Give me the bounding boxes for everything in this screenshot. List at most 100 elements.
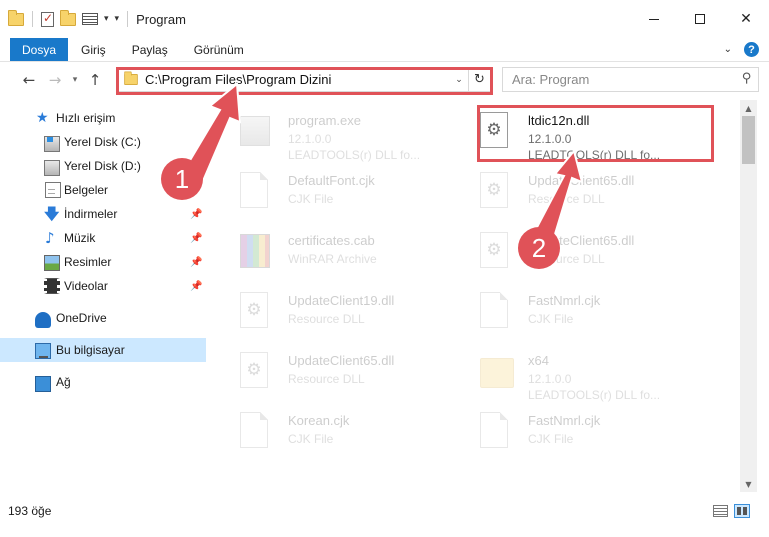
- file-tile[interactable]: ⚙ UpdateClient65.dll Resource DLL: [458, 164, 708, 222]
- customize-toolbar-icon[interactable]: ▾: [115, 14, 120, 24]
- file-tile[interactable]: Korean.cjk CJK File: [218, 404, 468, 462]
- status-bar: 193 öğe: [0, 498, 769, 522]
- properties-icon[interactable]: [41, 11, 54, 27]
- new-folder-icon[interactable]: [60, 9, 76, 26]
- file-tile[interactable]: FastNmrl.cjk CJK File: [458, 284, 708, 342]
- tab-view[interactable]: Görünüm: [181, 38, 257, 61]
- file-detail: CJK File: [288, 192, 334, 206]
- sidebar-item-label: Resimler: [64, 255, 112, 269]
- sidebar-item-onedrive[interactable]: OneDrive: [0, 306, 206, 330]
- tab-home[interactable]: Giriş: [68, 38, 119, 61]
- scroll-up-icon[interactable]: ▲: [740, 100, 757, 116]
- window-controls: ✕: [631, 0, 769, 38]
- ribbon-right: ⌄ ?: [724, 42, 759, 57]
- file-detail: LEADTOOLS(r) DLL fo...: [528, 388, 661, 402]
- search-input[interactable]: Ara: Program: [512, 72, 589, 87]
- minimize-button[interactable]: [631, 0, 677, 38]
- file-name: UpdateClient65.dll: [288, 353, 395, 368]
- item-count: 193 öğe: [8, 504, 52, 518]
- dll-gear-icon: ⚙: [240, 292, 268, 328]
- file-detail: Resource DLL: [288, 372, 365, 386]
- blank-file-icon: [480, 412, 508, 448]
- sidebar-item-music[interactable]: ♪ Müzik 📌: [0, 226, 206, 250]
- file-detail: WinRAR Archive: [288, 252, 377, 266]
- help-icon[interactable]: ?: [744, 42, 759, 57]
- quick-access-toolbar: ▾ ▾: [0, 9, 130, 27]
- computer-icon: [35, 342, 51, 359]
- maximize-button[interactable]: [677, 0, 723, 38]
- tab-file[interactable]: Dosya: [10, 38, 69, 61]
- sidebar-item-label: Hızlı erişim: [56, 111, 116, 125]
- sidebar-item-label: İndirmeler: [64, 207, 118, 221]
- details-view-icon[interactable]: [713, 505, 728, 517]
- file-name: certificates.cab: [288, 233, 375, 248]
- search-box[interactable]: Ara: Program ⚲: [502, 67, 759, 92]
- chevron-down-icon: ▾: [72, 75, 78, 85]
- back-button[interactable]: ←: [16, 67, 42, 93]
- file-name: DefaultFont.cjk: [288, 173, 375, 188]
- close-button[interactable]: ✕: [723, 0, 769, 38]
- ribbon-tabs: Dosya Giriş Paylaş Görünüm ⌄ ?: [0, 38, 769, 62]
- blank-file-icon: [480, 292, 508, 328]
- file-detail: CJK File: [528, 312, 574, 326]
- sidebar-item-videos[interactable]: Videolar 📌: [0, 274, 206, 298]
- chevron-down-icon[interactable]: ▾: [104, 14, 109, 24]
- view-icon[interactable]: [82, 13, 98, 25]
- scroll-down-icon[interactable]: ▼: [740, 476, 757, 492]
- file-tile[interactable]: FastNmrl.cjk CJK File: [458, 404, 708, 462]
- file-tile[interactable]: ⚙ UpdateClient19.dll Resource DLL: [218, 284, 468, 342]
- network-icon: [35, 375, 51, 392]
- file-name: program.exe: [288, 113, 361, 128]
- sidebar-item-label: Yerel Disk (D:): [64, 159, 141, 173]
- file-name: FastNmrl.cjk: [528, 413, 601, 428]
- sidebar-item-pictures[interactable]: Resimler 📌: [0, 250, 206, 274]
- sidebar-item-quick-access[interactable]: ★ Hızlı erişim: [0, 106, 206, 130]
- tiles-view-icon[interactable]: [734, 504, 750, 518]
- file-tile[interactable]: x64 12.1.0.0 LEADTOOLS(r) DLL fo...: [458, 344, 708, 402]
- tab-share[interactable]: Paylaş: [119, 38, 181, 61]
- file-detail: Resource DLL: [528, 192, 605, 206]
- pictures-icon: [44, 255, 60, 271]
- music-icon: ♪: [45, 229, 55, 247]
- file-tile[interactable]: ⚙ UpdateClient65.dll Resource DLL: [218, 344, 468, 402]
- up-button[interactable]: ↑: [82, 67, 108, 93]
- sidebar-item-label: OneDrive: [56, 311, 107, 325]
- file-tile[interactable]: ⚙ UpdateClient65.dll Resource DLL: [458, 224, 708, 282]
- rar-icon: [240, 234, 270, 268]
- blank-file-icon: [240, 412, 268, 448]
- sidebar-item-network[interactable]: Ağ: [0, 370, 206, 394]
- pin-icon[interactable]: 📌: [190, 257, 202, 268]
- toolbar-separator: [127, 11, 129, 27]
- file-detail: Resource DLL: [288, 312, 365, 326]
- file-tile[interactable]: certificates.cab WinRAR Archive: [218, 224, 468, 282]
- forward-button[interactable]: →: [42, 67, 68, 93]
- pin-icon[interactable]: 📌: [190, 281, 202, 292]
- search-icon[interactable]: ⚲: [742, 71, 752, 86]
- file-name: FastNmrl.cjk: [528, 293, 601, 308]
- arrow-left-icon: ←: [22, 71, 36, 89]
- file-tile[interactable]: program.exe 12.1.0.0 LEADTOOLS(r) DLL fo…: [218, 104, 468, 162]
- file-detail: 12.1.0.0: [528, 372, 572, 386]
- exe-icon: [240, 116, 270, 146]
- recent-locations-button[interactable]: ▾: [68, 67, 82, 93]
- file-detail: CJK File: [528, 432, 574, 446]
- expand-ribbon-icon[interactable]: ⌄: [724, 44, 732, 55]
- pin-icon[interactable]: 📌: [190, 209, 202, 220]
- documents-icon: [45, 182, 61, 198]
- sidebar-item-this-pc[interactable]: Bu bilgisayar: [0, 338, 206, 362]
- drive-c-icon: [44, 136, 60, 152]
- file-name: UpdateClient65.dll: [528, 173, 635, 188]
- pin-icon[interactable]: 📌: [190, 233, 202, 244]
- sidebar-item-downloads[interactable]: 🡇 İndirmeler 📌: [0, 202, 206, 226]
- sidebar-item-drive-c[interactable]: Yerel Disk (C:): [0, 130, 206, 154]
- scroll-thumb[interactable]: [742, 116, 755, 164]
- dll-gear-icon: ⚙: [480, 232, 508, 268]
- vertical-scrollbar[interactable]: ▲ ▼: [740, 100, 757, 492]
- file-tile[interactable]: DefaultFont.cjk CJK File: [218, 164, 468, 222]
- title-bar: ▾ ▾ Program ✕: [0, 0, 769, 38]
- maximize-icon: [695, 14, 705, 24]
- sidebar-item-label: Müzik: [64, 231, 96, 245]
- dll-gear-icon: ⚙: [480, 172, 508, 208]
- callout-1: 1: [161, 158, 203, 200]
- sidebar-item-label: Belgeler: [64, 183, 109, 197]
